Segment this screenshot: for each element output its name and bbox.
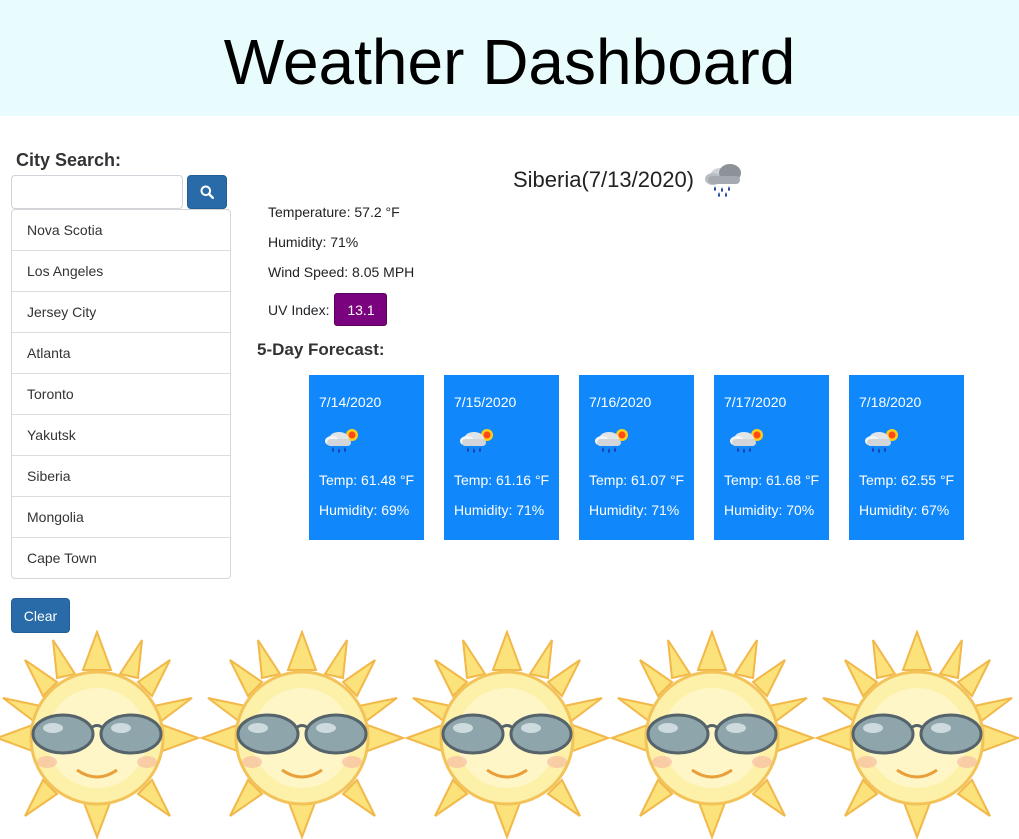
forecast-card: 7/15/2020 Temp: 61.16 °F Humidity: 71% (444, 375, 559, 540)
forecast-humidity: Humidity: 67% (859, 502, 950, 518)
current-city-date: Siberia(7/13/2020) (513, 167, 695, 192)
city-history-item[interactable]: Atlanta (12, 333, 230, 374)
forecast-humidity: Humidity: 69% (319, 502, 410, 518)
current-humidity: Humidity: 71% (268, 234, 359, 250)
rain-sun-cloud-icon (865, 429, 898, 453)
sun-background (0, 630, 1019, 839)
forecast-card: 7/17/2020 Temp: 61.68 °F Humidity: 70% (714, 375, 829, 540)
forecast-card: 7/18/2020 Temp: 62.55 °F Humidity: 67% (849, 375, 964, 540)
forecast-date: 7/17/2020 (724, 394, 787, 410)
forecast-date: 7/18/2020 (859, 394, 922, 410)
page-header: Weather Dashboard (0, 0, 1019, 116)
search-icon (200, 185, 214, 199)
uv-index-badge: 13.1 (334, 293, 388, 326)
uv-index-row: UV Index: 13.1 (268, 293, 388, 326)
city-history-list: Nova Scotia Los Angeles Jersey City Atla… (11, 209, 231, 579)
city-history-item[interactable]: Siberia (12, 456, 230, 497)
search-button[interactable] (187, 175, 227, 209)
rain-sun-cloud-icon (325, 429, 358, 453)
rain-sun-cloud-icon (730, 429, 763, 453)
sunglasses-sun-icon (815, 630, 1019, 839)
forecast-humidity: Humidity: 71% (454, 502, 545, 518)
city-history-item[interactable]: Jersey City (12, 292, 230, 333)
sunglasses-sun-icon (0, 630, 200, 839)
forecast-date: 7/14/2020 (319, 394, 382, 410)
city-history-item[interactable]: Mongolia (12, 497, 230, 538)
rain-sun-cloud-icon (460, 429, 493, 453)
forecast-temp: Temp: 61.48 °F (319, 472, 415, 488)
forecast-temp: Temp: 62.55 °F (859, 472, 955, 488)
uv-index-label: UV Index: (268, 301, 330, 318)
forecast-heading: 5-Day Forecast: (257, 340, 385, 359)
sunglasses-sun-icon (200, 630, 405, 839)
city-search-input[interactable] (11, 175, 183, 209)
clear-button[interactable]: Clear (11, 598, 70, 633)
rain-sun-cloud-icon (595, 429, 628, 453)
forecast-temp: Temp: 61.16 °F (454, 472, 550, 488)
forecast-date: 7/16/2020 (589, 394, 652, 410)
forecast-card: 7/14/2020 Temp: 61.48 °F Humidity: 69% (309, 375, 424, 540)
city-history-item[interactable]: Toronto (12, 374, 230, 415)
current-temperature: Temperature: 57.2 °F (268, 204, 400, 220)
forecast-card: 7/16/2020 Temp: 61.07 °F Humidity: 71% (579, 375, 694, 540)
forecast-temp: Temp: 61.68 °F (724, 472, 820, 488)
city-search-label: City Search: (16, 150, 122, 170)
city-history-item[interactable]: Los Angeles (12, 251, 230, 292)
page-title: Weather Dashboard (223, 26, 796, 98)
city-history-item[interactable]: Yakutsk (12, 415, 230, 456)
current-wind-speed: Wind Speed: 8.05 MPH (268, 264, 415, 280)
forecast-date: 7/15/2020 (454, 394, 517, 410)
city-history-item[interactable]: Cape Town (12, 538, 230, 578)
current-weather-heading: Siberia(7/13/2020) (513, 162, 746, 198)
sunglasses-sun-icon (405, 630, 610, 839)
rain-cloud-icon (705, 164, 742, 197)
forecast-humidity: Humidity: 71% (589, 502, 680, 518)
forecast-humidity: Humidity: 70% (724, 502, 815, 518)
forecast-temp: Temp: 61.07 °F (589, 472, 685, 488)
city-history-item[interactable]: Nova Scotia (12, 210, 230, 251)
sunglasses-sun-icon (610, 630, 815, 839)
